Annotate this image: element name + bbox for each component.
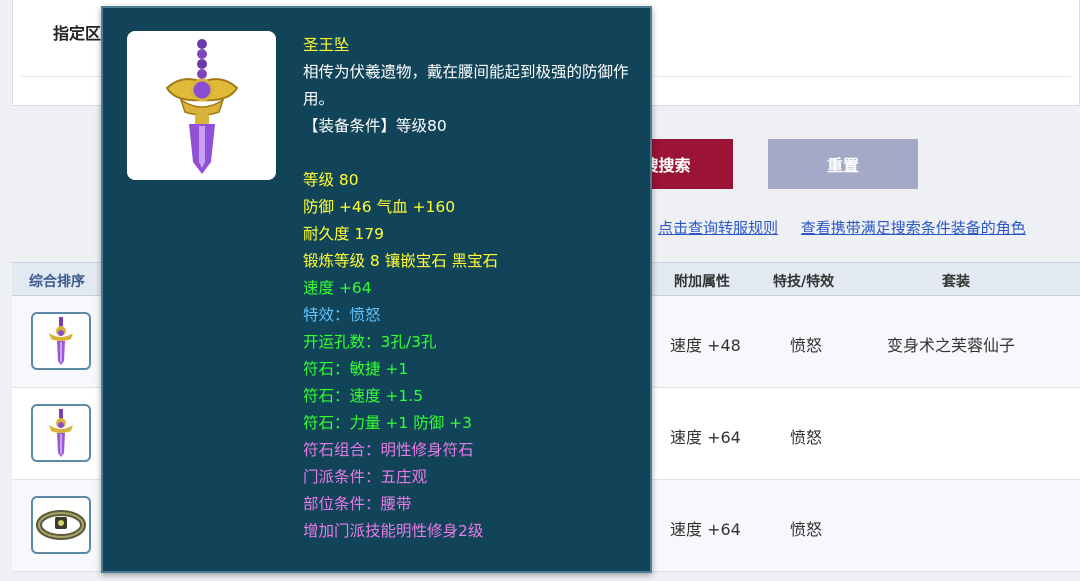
page: 指定区 搜搜索 重置 点击查询转服规则 查看携带满足搜索条件装备的角色 综合排序… xyxy=(0,0,1080,581)
item-bonus: 增加门派技能明性修身2级 xyxy=(303,522,484,540)
item-rune-3: 符石：力量 +1 防御 +3 xyxy=(303,414,472,432)
tooltip-text: 圣王坠 相传为伏羲遗物，戴在腰间能起到极强的防御作用。 【装备条件】等级80 等… xyxy=(303,32,643,545)
link-bar: 点击查询转服规则 查看携带满足搜索条件装备的角色 xyxy=(658,217,1044,238)
transfer-rules-link[interactable]: 点击查询转服规则 xyxy=(658,219,778,237)
item-image xyxy=(127,31,276,180)
row-skill: 愤怒 xyxy=(790,520,823,539)
item-school: 门派条件：五庄观 xyxy=(303,468,428,486)
item-level: 等级 80 xyxy=(303,171,359,189)
belt-icon[interactable] xyxy=(31,496,91,554)
item-effect: 特效：愤怒 xyxy=(303,306,381,324)
item-speed: 速度 +64 xyxy=(303,279,372,297)
item-description: 相传为伏羲遗物，戴在腰间能起到极强的防御作用。 xyxy=(303,63,629,108)
row-attr: 速度 +64 xyxy=(670,428,741,447)
item-forge: 锻炼等级 8 镶嵌宝石 黑宝石 xyxy=(303,252,499,270)
filter-label-region: 指定区 xyxy=(53,24,102,43)
purple-sword-pendant-icon[interactable] xyxy=(31,312,91,370)
item-holes: 开运孔数：3孔/3孔 xyxy=(303,333,437,351)
item-requirement: 【装备条件】等级80 xyxy=(303,117,447,135)
item-durability: 耐久度 179 xyxy=(303,225,385,243)
row-attr: 速度 +48 xyxy=(670,336,741,355)
check-characters-link[interactable]: 查看携带满足搜索条件装备的角色 xyxy=(801,219,1026,237)
item-name: 圣王坠 xyxy=(303,36,350,54)
set-header: 套装 xyxy=(942,274,970,290)
item-rune-1: 符石：敏捷 +1 xyxy=(303,360,409,378)
row-attr: 速度 +64 xyxy=(670,520,741,539)
item-tooltip: 圣王坠 相传为伏羲遗物，戴在腰间能起到极强的防御作用。 【装备条件】等级80 等… xyxy=(101,6,652,573)
row-skill: 愤怒 xyxy=(790,428,823,447)
skill-header: 特技/特效 xyxy=(773,274,835,290)
reset-button[interactable]: 重置 xyxy=(768,139,918,189)
row-set: 变身术之芙蓉仙子 xyxy=(887,336,1016,355)
attr-header: 附加属性 xyxy=(674,274,730,290)
item-defense: 防御 +46 气血 +160 xyxy=(303,198,456,216)
purple-sword-pendant-icon[interactable] xyxy=(31,404,91,462)
item-slot: 部位条件：腰带 xyxy=(303,495,412,513)
purple-sword-pendant-icon xyxy=(165,38,238,174)
row-skill: 愤怒 xyxy=(790,336,823,355)
sort-header[interactable]: 综合排序 xyxy=(29,271,85,291)
item-rune-2: 符石：速度 +1.5 xyxy=(303,387,424,405)
item-rune-combo: 符石组合：明性修身符石 xyxy=(303,441,474,459)
